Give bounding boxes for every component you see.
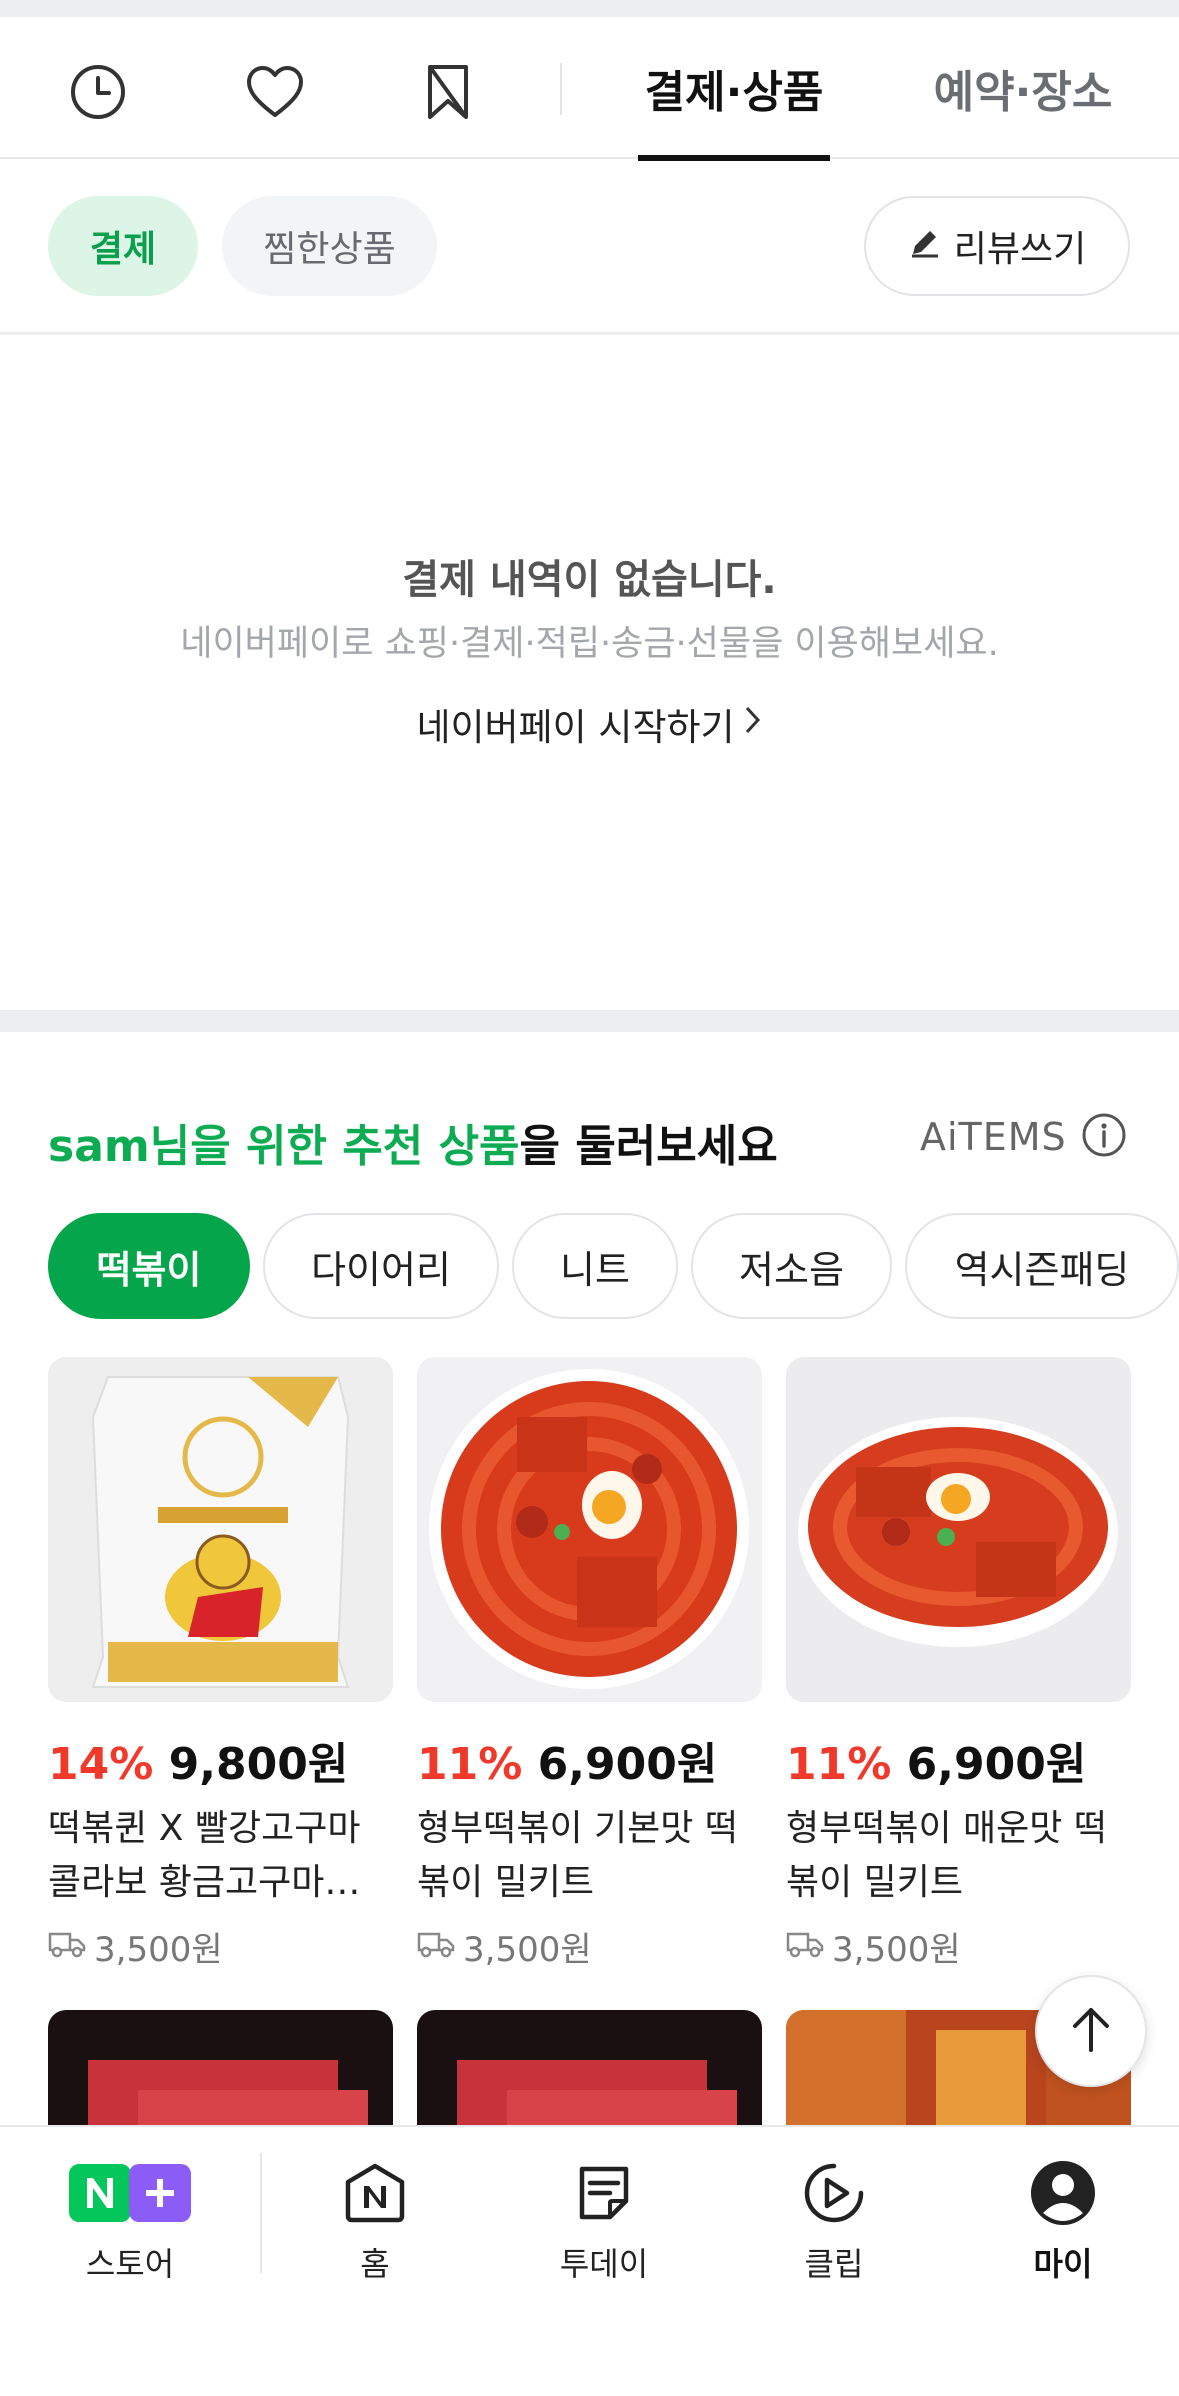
category-chip[interactable]: 떡볶이	[48, 1213, 250, 1319]
empty-state: 결제 내역이 없습니다. 네이버페이로 쇼핑·결제·적립·송금·선물을 이용해보…	[0, 335, 1179, 1010]
empty-title: 결제 내역이 없습니다.	[402, 557, 777, 603]
naver-home-icon	[342, 2153, 408, 2233]
discount-rate: 14%	[48, 1739, 154, 1790]
start-naverpay-label: 네이버페이 시작하기	[416, 706, 735, 749]
category-chip[interactable]: 다이어리	[263, 1213, 499, 1319]
tab-payment-products[interactable]: 결제·상품	[638, 17, 830, 161]
product-price: 14% 9,800원	[48, 1728, 393, 1792]
filter-row: 결제 찜한상품 리뷰쓰기	[0, 159, 1179, 335]
profile-icon	[1029, 2153, 1097, 2233]
tab-reservation-places[interactable]: 예약·장소	[918, 17, 1128, 159]
discount-rate: 11%	[786, 1739, 892, 1790]
top-tab-bar: 결제·상품 예약·장소	[0, 17, 1179, 161]
truck-icon	[417, 1927, 455, 1967]
aitems-logo: AiTEMS	[920, 1115, 1067, 1159]
product-image	[417, 1357, 762, 1702]
today-icon	[572, 2153, 636, 2233]
price: 6,900원	[537, 1739, 718, 1790]
product-name: 형부떡볶이 매운맛 떡볶이 밀키트	[786, 1808, 1107, 1903]
nav-divider	[260, 2153, 262, 2273]
arrow-up-icon	[1069, 2004, 1113, 2058]
product-card[interactable]: 11% 6,900원 형부떡볶이 기본맛 떡볶이 밀키트 3,500원	[417, 1357, 762, 1971]
nav-home[interactable]: 홈	[285, 2153, 465, 2285]
clip-play-icon	[801, 2153, 867, 2233]
product-card-partial[interactable]	[417, 2010, 762, 2125]
category-chips: 떡볶이 다이어리 니트 저소음 역시즌패딩	[0, 1213, 1179, 1321]
info-icon	[1081, 1112, 1127, 1162]
shipping-fee-value: 3,500원	[94, 1930, 223, 1970]
recommend-header: sam님을 위한 추천 상품을 둘러보세요	[48, 1110, 778, 1174]
price: 6,900원	[906, 1739, 1087, 1790]
shipping-fee: 3,500원	[786, 1922, 1131, 1971]
product-card-partial[interactable]	[48, 2010, 393, 2125]
nav-today-label: 투데이	[559, 2245, 649, 2283]
recommend-rest: 을 둘러보세요	[519, 1121, 778, 1172]
nav-my[interactable]: 마이	[973, 2153, 1153, 2285]
scroll-to-top-button[interactable]	[1035, 1975, 1147, 2087]
status-strip	[0, 0, 1179, 17]
nav-home-label: 홈	[360, 2245, 390, 2283]
write-review-button[interactable]: 리뷰쓰기	[864, 196, 1130, 296]
nav-clip-label: 클립	[804, 2245, 864, 2283]
shipping-fee: 3,500원	[417, 1922, 762, 1971]
write-review-label: 리뷰쓰기	[953, 229, 1087, 270]
start-naverpay-link[interactable]: 네이버페이 시작하기	[0, 697, 1179, 751]
product-name: 형부떡볶이 기본맛 떡볶이 밀키트	[417, 1808, 738, 1903]
section-divider	[0, 1010, 1179, 1032]
tab-divider	[560, 63, 562, 115]
product-card[interactable]: 14% 9,800원 떡볶퀸 X 빨강고구마 콜라보 황금고구마떡볶이 밀키트 …	[48, 1357, 393, 1971]
product-image	[786, 1357, 1131, 1702]
product-name: 떡볶퀸 X 빨강고구마 콜라보 황금고구마떡볶이 밀키트	[48, 1808, 391, 1903]
truck-icon	[786, 1927, 824, 1967]
category-chip[interactable]: 저소음	[691, 1213, 892, 1319]
bottom-nav: 스토어 홈 투데이 클립 마이	[0, 2125, 1179, 2396]
clock-icon[interactable]	[63, 57, 133, 127]
discount-rate: 11%	[417, 1739, 523, 1790]
chevron-right-icon	[743, 703, 763, 746]
bookmark-icon[interactable]	[413, 57, 483, 127]
shipping-fee-value: 3,500원	[832, 1930, 961, 1970]
chip-payment[interactable]: 결제	[48, 196, 198, 296]
recommend-highlight: 님을 위한 추천 상품	[149, 1121, 520, 1172]
product-image	[48, 1357, 393, 1702]
shipping-fee: 3,500원	[48, 1922, 393, 1971]
truck-icon	[48, 1927, 86, 1967]
heart-icon[interactable]	[240, 57, 310, 127]
category-chip[interactable]: 역시즌패딩	[905, 1213, 1179, 1319]
nav-clip[interactable]: 클립	[744, 2153, 924, 2285]
recommend-user: sam	[48, 1121, 150, 1172]
product-card[interactable]: 11% 6,900원 형부떡볶이 매운맛 떡볶이 밀키트 3,500원	[786, 1357, 1131, 1971]
shipping-fee-value: 3,500원	[463, 1930, 592, 1970]
pencil-icon	[908, 225, 942, 268]
naver-plus-store-icon	[69, 2153, 191, 2233]
nav-store-label: 스토어	[85, 2245, 175, 2283]
nav-my-label: 마이	[1033, 2245, 1093, 2283]
empty-subtitle: 네이버페이로 쇼핑·결제·적립·송금·선물을 이용해보세요.	[180, 624, 999, 664]
product-price: 11% 6,900원	[417, 1728, 762, 1792]
category-chip[interactable]: 니트	[512, 1213, 678, 1319]
aitems-info[interactable]: AiTEMS	[920, 1112, 1127, 1162]
nav-today[interactable]: 투데이	[514, 2153, 694, 2285]
price: 9,800원	[168, 1739, 349, 1790]
product-price: 11% 6,900원	[786, 1728, 1131, 1792]
nav-store[interactable]: 스토어	[40, 2153, 220, 2285]
chip-liked-products[interactable]: 찜한상품	[222, 196, 437, 296]
